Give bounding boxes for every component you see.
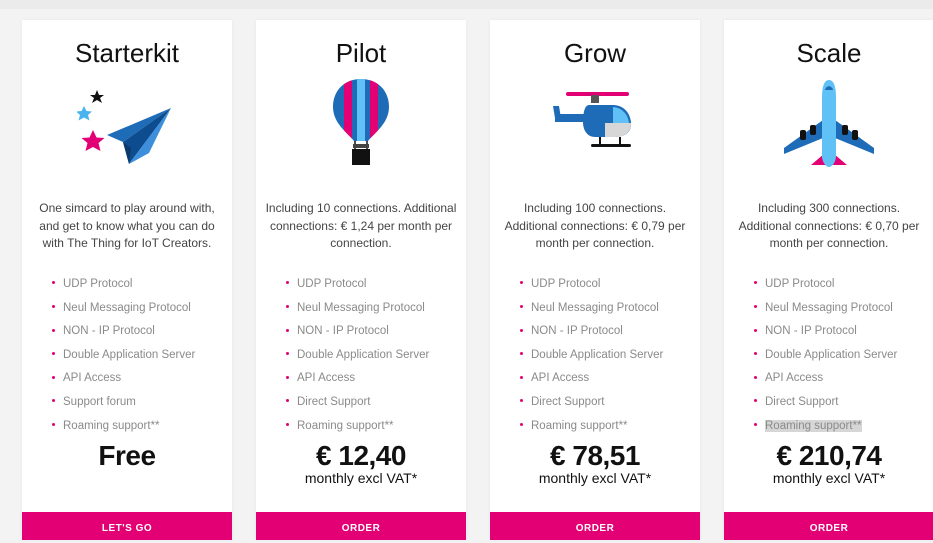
bullet-icon — [52, 305, 55, 309]
plan-price: € 210,74 — [776, 440, 883, 471]
feature-item: Neul Messaging Protocol — [286, 297, 429, 321]
bullet-icon — [52, 281, 55, 285]
feature-item: NON - IP Protocol — [52, 320, 195, 344]
feature-list: UDP Protocol Neul Messaging Protocol NON… — [52, 273, 195, 438]
bullet-icon — [52, 423, 55, 427]
bullet-icon — [520, 281, 523, 285]
bullet-icon — [520, 352, 523, 356]
plan-price: € 78,51 — [550, 440, 640, 471]
feature-item: API Access — [52, 367, 195, 391]
order-button[interactable]: ORDER — [724, 512, 933, 540]
bullet-icon — [52, 328, 55, 332]
bullet-icon — [520, 328, 523, 332]
feature-list: UDP Protocol Neul Messaging Protocol NON… — [520, 273, 663, 438]
selected-text: Roaming support** — [765, 419, 862, 432]
helicopter-icon — [545, 78, 645, 170]
bullet-icon — [286, 281, 289, 285]
bullet-icon — [754, 281, 757, 285]
bullet-icon — [52, 399, 55, 403]
bullet-icon — [754, 423, 757, 427]
plan-title: Starterkit — [74, 38, 180, 68]
plan-card-pilot: Pilot Including 10 connections. Addition… — [256, 20, 466, 540]
feature-item: NON - IP Protocol — [520, 320, 663, 344]
feature-item: Support forum — [52, 391, 195, 415]
feature-item: Neul Messaging Protocol — [754, 297, 897, 321]
bullet-icon — [754, 375, 757, 379]
feature-item: Double Application Server — [520, 344, 663, 368]
plan-title: Grow — [563, 38, 627, 68]
feature-item: API Access — [754, 367, 897, 391]
bullet-icon — [754, 399, 757, 403]
bullet-icon — [286, 352, 289, 356]
feature-item: Roaming support** — [754, 415, 897, 439]
feature-list: UDP Protocol Neul Messaging Protocol NON… — [754, 273, 897, 438]
feature-item: UDP Protocol — [286, 273, 429, 297]
plan-description: Including 100 connections. Additional co… — [504, 201, 686, 250]
feature-item: Double Application Server — [754, 344, 897, 368]
bullet-icon — [286, 375, 289, 379]
bullet-icon — [520, 399, 523, 403]
plan-description: One simcard to play around with, and get… — [39, 201, 215, 250]
plan-price: € 12,40 — [316, 440, 406, 471]
bullet-icon — [286, 305, 289, 309]
feature-item: Roaming support** — [52, 415, 195, 439]
bullet-icon — [520, 375, 523, 379]
feature-item: Direct Support — [520, 391, 663, 415]
bullet-icon — [754, 328, 757, 332]
plan-price: Free — [98, 440, 156, 471]
feature-item: Neul Messaging Protocol — [52, 297, 195, 321]
bullet-icon — [52, 352, 55, 356]
lets-go-button[interactable]: LET'S GO — [22, 512, 232, 540]
plan-price-note: monthly excl VAT* — [772, 470, 886, 486]
paper-plane-icon — [77, 78, 177, 170]
order-button[interactable]: ORDER — [490, 512, 700, 540]
feature-item: Neul Messaging Protocol — [520, 297, 663, 321]
plan-title: Pilot — [335, 38, 387, 68]
feature-item: NON - IP Protocol — [286, 320, 429, 344]
feature-item: Roaming support** — [286, 415, 429, 439]
feature-list: UDP Protocol Neul Messaging Protocol NON… — [286, 273, 429, 438]
plan-description: Including 300 connections. Additional co… — [738, 201, 920, 250]
hot-air-balloon-icon — [311, 78, 411, 170]
feature-item: Direct Support — [754, 391, 897, 415]
airplane-icon — [779, 78, 879, 170]
feature-item: API Access — [286, 367, 429, 391]
feature-item: Double Application Server — [286, 344, 429, 368]
feature-item: Double Application Server — [52, 344, 195, 368]
plan-card-scale: Scale Including 300 connections. Additio… — [724, 20, 933, 540]
plan-description: Including 10 connections. Additional con… — [265, 201, 457, 250]
bullet-icon — [520, 305, 523, 309]
top-bar — [0, 0, 933, 9]
feature-item: API Access — [520, 367, 663, 391]
feature-item: UDP Protocol — [52, 273, 195, 297]
plan-card-grow: Grow Including 100 connections. Addition… — [490, 20, 700, 540]
bullet-icon — [286, 328, 289, 332]
plan-card-starterkit: Starterkit One simcard to play around wi… — [22, 20, 232, 540]
bullet-icon — [286, 399, 289, 403]
bullet-icon — [286, 423, 289, 427]
feature-item: Roaming support** — [520, 415, 663, 439]
feature-item: UDP Protocol — [754, 273, 897, 297]
bullet-icon — [520, 423, 523, 427]
feature-item: UDP Protocol — [520, 273, 663, 297]
plan-title: Scale — [796, 38, 862, 68]
bullet-icon — [754, 352, 757, 356]
plan-price-note: monthly excl VAT* — [304, 470, 418, 486]
feature-item: Direct Support — [286, 391, 429, 415]
order-button[interactable]: ORDER — [256, 512, 466, 540]
plan-price-note: monthly excl VAT* — [538, 470, 652, 486]
bullet-icon — [52, 375, 55, 379]
bullet-icon — [754, 305, 757, 309]
feature-item: NON - IP Protocol — [754, 320, 897, 344]
